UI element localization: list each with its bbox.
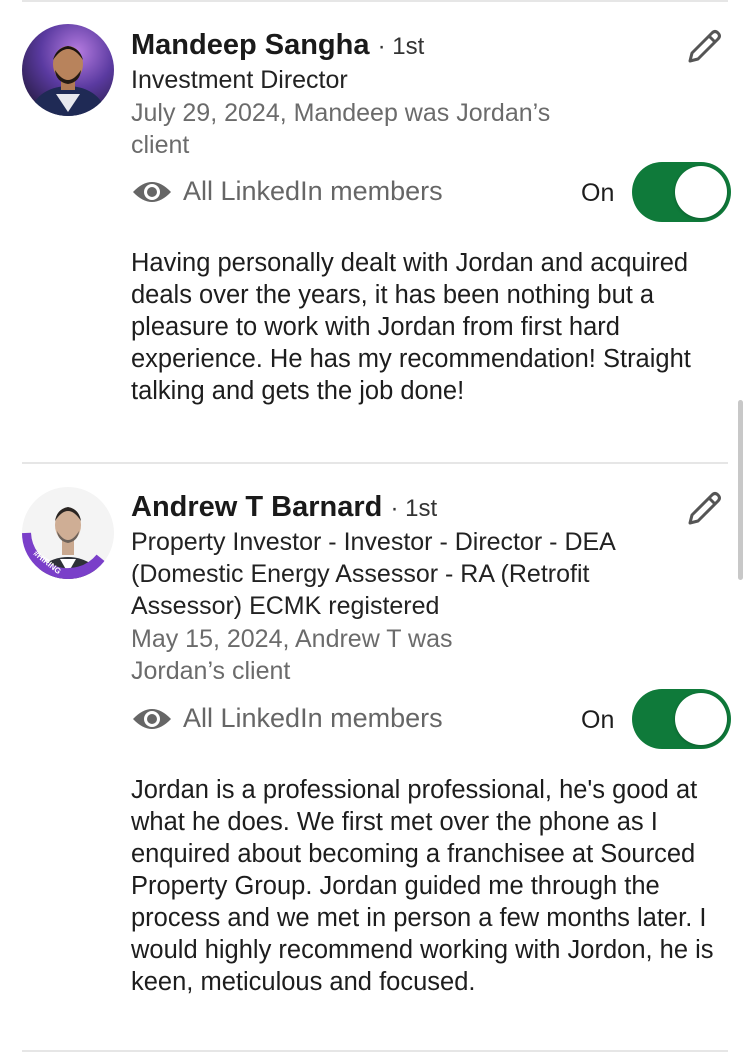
avatar[interactable]: #HIRING — [22, 487, 114, 579]
edit-button[interactable] — [684, 27, 724, 67]
connection-degree: · 1st — [377, 33, 425, 60]
toggle-knob — [675, 166, 727, 218]
recommendation-text: Having personally dealt with Jordan and … — [131, 249, 691, 405]
top-divider — [22, 0, 728, 2]
toggle-knob — [675, 693, 727, 745]
bottom-divider — [22, 1050, 728, 1052]
visibility-label: All LinkedIn members — [183, 703, 443, 733]
visibility-setting[interactable]: All LinkedIn members — [131, 176, 443, 207]
recommender-headline: Investment Director — [131, 66, 348, 94]
pencil-icon — [688, 492, 721, 525]
recommender-name[interactable]: Mandeep Sangha — [131, 29, 370, 61]
avatar[interactable] — [22, 24, 114, 116]
pencil-icon — [688, 30, 721, 63]
visibility-toggle[interactable] — [632, 689, 731, 749]
name-line: Mandeep Sangha · 1st — [131, 28, 424, 64]
eye-icon — [133, 181, 171, 202]
recommendation-text: Jordan is a professional professional, h… — [131, 776, 714, 996]
scrollbar[interactable] — [738, 400, 743, 580]
connection-degree: · 1st — [390, 495, 438, 522]
card-divider — [22, 462, 728, 464]
name-line: Andrew T Barnard · 1st — [131, 490, 437, 526]
visibility-setting[interactable]: All LinkedIn members — [131, 703, 443, 734]
visibility-toggle[interactable] — [632, 162, 731, 222]
toggle-label: On — [581, 706, 615, 734]
eye-icon — [133, 708, 171, 729]
toggle-label: On — [581, 179, 615, 207]
relationship-meta: May 15, 2024, Andrew T was Jordan’s clie… — [131, 625, 453, 685]
visibility-label: All LinkedIn members — [183, 176, 443, 206]
recommender-headline: Property Investor - Investor - Director … — [131, 528, 615, 620]
recommender-name[interactable]: Andrew T Barnard — [131, 491, 382, 523]
edit-button[interactable] — [684, 489, 724, 529]
relationship-meta: July 29, 2024, Mandeep was Jordan’s clie… — [131, 99, 551, 159]
